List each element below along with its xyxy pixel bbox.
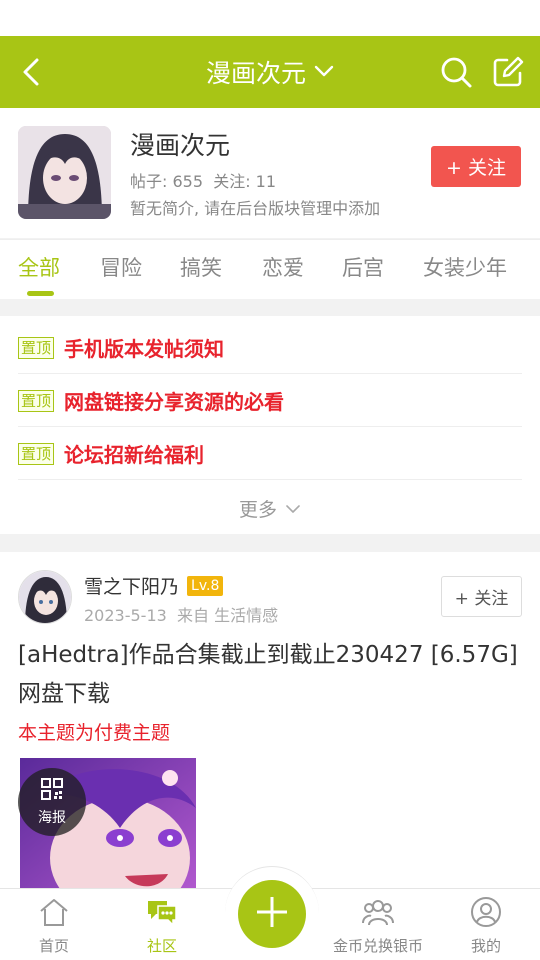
forum-switcher[interactable]: 漫画次元	[206, 54, 334, 90]
post-card[interactable]: 雪之下阳乃 Lv.8 2023-5-13 来自 生活情感 + 关注 [aHedt…	[0, 552, 540, 888]
level-badge: Lv.8	[187, 575, 224, 596]
nav-exchange[interactable]: 金币兑换银币	[324, 897, 432, 956]
compose-icon[interactable]	[490, 54, 526, 90]
tab-harem[interactable]: 后宫	[342, 252, 384, 282]
nav-label: 金币兑换银币	[332, 937, 423, 955]
tab-romance[interactable]: 恋爱	[262, 252, 304, 282]
community-icon	[145, 897, 179, 931]
pinned-item[interactable]: 置顶 论坛招新给福利	[18, 428, 522, 480]
forum-description: 暂无简介, 请在后台版块管理中添加	[130, 199, 381, 218]
top-bar: 漫画次元	[0, 36, 540, 108]
forum-page: 漫画次元 漫画次元 帖子: 655 关注: 11 暂无简介, 请在后台版块管理中…	[0, 0, 540, 960]
forum-stats: 帖子: 655 关注: 11	[130, 168, 276, 192]
chevron-down-icon	[314, 63, 334, 82]
more-label: 更多	[238, 498, 277, 521]
exchange-icon	[361, 897, 395, 931]
posts-count: 帖子: 655	[130, 172, 204, 191]
tab-comedy[interactable]: 搞笑	[180, 252, 222, 282]
status-bar	[0, 0, 540, 36]
pinned-tag: 置顶	[18, 442, 55, 465]
follow-forum-button[interactable]: + 关注	[431, 146, 521, 187]
nav-label: 社区	[146, 937, 177, 955]
nav-profile[interactable]: 我的	[432, 897, 540, 956]
post-date: 2023-5-13	[84, 606, 167, 625]
pinned-item[interactable]: 置顶 手机版本发帖须知	[18, 322, 522, 374]
publish-button[interactable]	[238, 880, 306, 948]
tab-adventure[interactable]: 冒险	[100, 252, 142, 282]
post-author[interactable]: 雪之下阳乃 Lv.8	[84, 572, 224, 599]
profile-icon	[469, 897, 503, 931]
poster-button[interactable]: 海报	[18, 768, 86, 836]
tab-all[interactable]: 全部	[18, 252, 60, 282]
category-tabs: 全部 冒险 搞笑 恋爱 后宫 女装少年	[0, 239, 540, 299]
home-icon	[37, 897, 71, 931]
from-label: 来自	[176, 606, 209, 625]
pinned-title: 论坛招新给福利	[64, 443, 205, 467]
post-meta: 2023-5-13 来自 生活情感	[84, 602, 278, 626]
nav-home[interactable]: 首页	[0, 897, 108, 956]
username: 雪之下阳乃	[84, 576, 180, 598]
tab-crossdress[interactable]: 女装少年	[423, 252, 507, 282]
plus-icon	[254, 894, 290, 934]
nav-label: 我的	[470, 937, 501, 955]
nav-label: 首页	[38, 937, 69, 955]
back-icon[interactable]	[14, 54, 50, 90]
pinned-title: 手机版本发帖须知	[64, 337, 225, 361]
follow-user-button[interactable]: + 关注	[441, 576, 522, 617]
page-title: 漫画次元	[205, 59, 306, 88]
forum-header: 漫画次元 帖子: 655 关注: 11 暂无简介, 请在后台版块管理中添加 + …	[0, 108, 540, 238]
avatar[interactable]	[18, 570, 72, 624]
pinned-tag: 置顶	[18, 389, 55, 412]
active-tab-indicator	[27, 291, 54, 296]
poster-label: 海报	[38, 810, 66, 826]
nav-community[interactable]: 社区	[108, 897, 216, 956]
paid-notice: 本主题为付费主题	[18, 722, 171, 744]
pinned-item[interactable]: 置顶 网盘链接分享资源的必看	[18, 375, 522, 427]
followers-count: 关注: 11	[213, 172, 277, 191]
qr-code-icon	[40, 777, 64, 805]
chevron-down-icon	[285, 497, 301, 519]
forum-cover-image	[18, 126, 111, 219]
pinned-posts: 置顶 手机版本发帖须知 置顶 网盘链接分享资源的必看 置顶 论坛招新给福利 更多	[0, 316, 540, 534]
pinned-tag: 置顶	[18, 336, 55, 359]
pinned-title: 网盘链接分享资源的必看	[64, 390, 285, 414]
more-pinned-button[interactable]: 更多	[0, 488, 540, 528]
post-title[interactable]: [aHedtra]作品合集截止到截止230427 [6.57G]网盘下载	[18, 636, 518, 714]
forum-name: 漫画次元	[130, 131, 231, 160]
post-category: 生活情感	[214, 606, 279, 625]
search-icon[interactable]	[438, 54, 474, 90]
